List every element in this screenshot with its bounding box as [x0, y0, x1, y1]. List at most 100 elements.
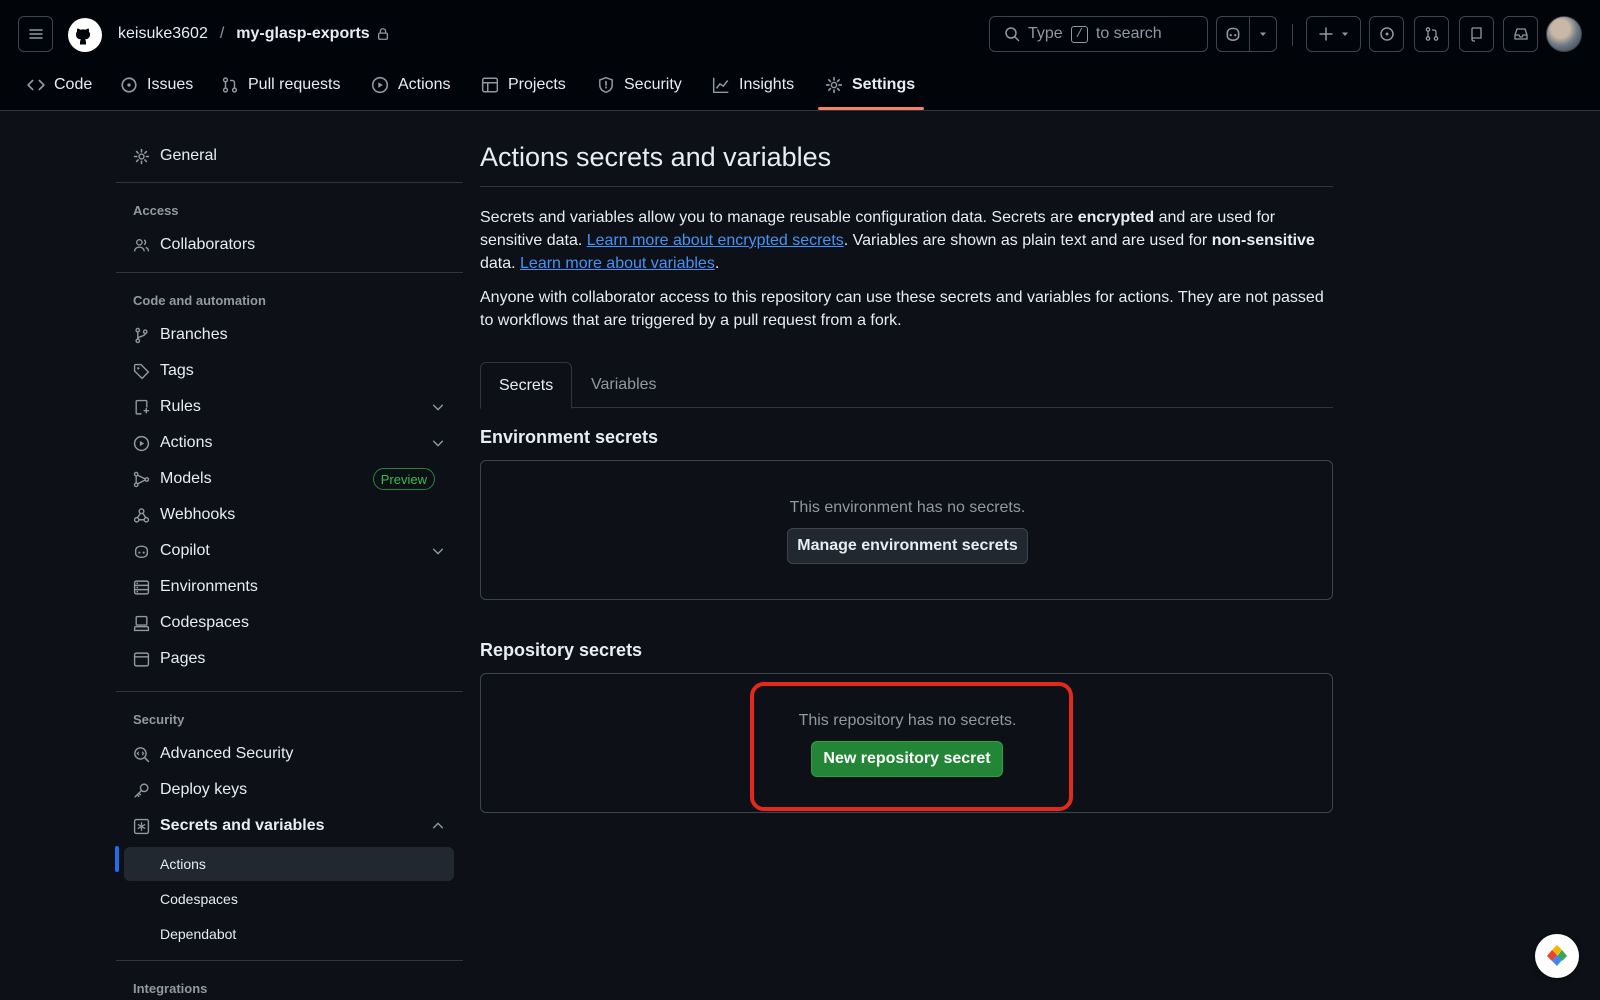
search-suffix: to search [1095, 25, 1162, 42]
sidebar-item-deploy-keys[interactable]: Deploy keys [116, 773, 463, 807]
copilot-dropdown-button[interactable] [1249, 16, 1277, 52]
sidebar-item-general[interactable]: General [116, 139, 463, 173]
chevron-down-icon [432, 404, 444, 411]
models-icon [133, 471, 150, 487]
tab-label: Secrets [499, 376, 554, 394]
play-icon [371, 76, 389, 94]
sidebar-subitem-dependabot[interactable]: Dependabot [124, 917, 454, 951]
hamburger-icon [28, 29, 43, 39]
tab-actions[interactable]: Actions [371, 73, 450, 113]
browser-icon [133, 651, 150, 667]
sidebar-item-label: Collaborators [160, 236, 256, 253]
environment-secrets-box: This environment has no secrets. Manage … [480, 460, 1333, 600]
triangle-down-icon [1341, 32, 1348, 36]
manage-environment-secrets-button[interactable]: Manage environment secrets [787, 528, 1028, 564]
triangle-down-icon [1260, 32, 1266, 36]
floating-extension-button[interactable] [1535, 934, 1579, 978]
search-input[interactable]: Type / to search [989, 16, 1208, 52]
environment-secrets-heading: Environment secrets [480, 427, 659, 447]
intro-text: . [714, 255, 720, 272]
breadcrumb: keisuke3602 / my-glasp-exports [118, 25, 390, 43]
sidebar-item-pages[interactable]: Pages [116, 642, 463, 676]
owner-link[interactable]: keisuke3602 [118, 25, 208, 43]
tab-code[interactable]: Code [27, 73, 92, 113]
sidebar-heading-code-automation: Code and automation [133, 293, 266, 308]
sidebar-item-webhooks[interactable]: Webhooks [116, 498, 463, 532]
inbox-button[interactable] [1503, 16, 1538, 52]
sidebar-item-rules[interactable]: Rules [116, 390, 463, 424]
pull-request-icon [222, 77, 238, 93]
sidebar-subitem-actions[interactable]: Actions [124, 847, 454, 881]
sidebar-item-secrets-and-variables[interactable]: Secrets and variables [116, 809, 463, 843]
sidebar-subitem-codespaces[interactable]: Codespaces [124, 882, 454, 916]
sidebar-item-label: Rules [160, 398, 201, 415]
intro-bold: non-sensitive [1211, 232, 1315, 249]
tab-label: Pull requests [248, 76, 341, 93]
branch-icon [135, 327, 148, 343]
sidebar-item-label: Models [160, 470, 212, 487]
variables-link[interactable]: Learn more about variables [520, 255, 715, 272]
play-icon [133, 435, 150, 451]
repo-link[interactable]: my-glasp-exports [236, 25, 369, 43]
tab-secrets[interactable]: Secrets [480, 362, 573, 409]
tab-label: Settings [852, 76, 916, 93]
page-title: Actions secrets and variables [480, 142, 832, 172]
encrypted-secrets-link[interactable]: Learn more about encrypted secrets [587, 232, 844, 249]
copilot-button[interactable] [1216, 16, 1250, 52]
people-icon [133, 238, 150, 251]
sidebar-item-label: Advanced Security [160, 745, 294, 762]
sidebar-divider [116, 960, 463, 961]
create-new-button[interactable] [1306, 16, 1361, 52]
tab-pull-requests[interactable]: Pull requests [221, 73, 341, 113]
secrets-variables-tabs: Secrets Variables [480, 362, 1333, 409]
tab-issues[interactable]: Issues [120, 73, 193, 113]
sidebar-divider [116, 272, 463, 273]
code-icon [27, 79, 45, 91]
codescan-icon [134, 746, 150, 762]
sidebar-item-actions[interactable]: Actions [116, 426, 463, 460]
tab-security[interactable]: Security [597, 73, 682, 113]
active-tab-indicator [818, 107, 924, 110]
user-avatar[interactable] [1546, 16, 1582, 52]
preview-badge: Preview [372, 468, 435, 490]
sidebar-subitem-label: Actions [160, 856, 206, 872]
sidebar-item-copilot[interactable]: Copilot [116, 534, 463, 568]
webhook-icon [133, 507, 150, 523]
graph-icon [712, 77, 729, 94]
sidebar-item-label: Secrets and variables [160, 817, 325, 834]
intro-bold: encrypted [1077, 209, 1155, 226]
tab-projects[interactable]: Projects [481, 73, 566, 113]
shield-icon [599, 76, 613, 94]
sidebar-item-collaborators[interactable]: Collaborators [116, 228, 463, 262]
tab-variables[interactable]: Variables [573, 362, 675, 408]
intro-text: data. [480, 255, 521, 272]
sidebar-item-tags[interactable]: Tags [116, 354, 463, 388]
sidebar-item-label: Copilot [160, 542, 210, 559]
menu-button[interactable] [18, 16, 53, 52]
sidebar-item-advanced-security[interactable]: Advanced Security [116, 737, 463, 771]
sidebar-item-models[interactable]: Models Preview [116, 462, 463, 496]
server-icon [133, 579, 150, 595]
sidebar-item-branches[interactable]: Branches [116, 318, 463, 352]
lock-icon [377, 28, 388, 40]
tab-label: Variables [591, 376, 657, 393]
tab-label: Security [624, 76, 682, 93]
repository-secrets-heading: Repository secrets [480, 640, 643, 660]
intro-text: . Variables are shown as plain text and … [843, 232, 1212, 249]
asterisk-box-icon [133, 818, 150, 834]
sidebar-divider [116, 182, 463, 183]
github-mark-icon [76, 28, 90, 45]
issues-button[interactable] [1369, 16, 1404, 52]
gear-icon [133, 148, 150, 164]
empty-state-text: This environment has no secrets. [789, 499, 1026, 516]
tab-insights[interactable]: Insights [712, 73, 794, 113]
inbox-icon [1513, 28, 1528, 40]
sidebar-item-codespaces[interactable]: Codespaces [116, 606, 463, 640]
github-logo[interactable] [68, 18, 102, 52]
sidebar-item-environments[interactable]: Environments [116, 570, 463, 604]
table-icon [481, 77, 499, 93]
intro-paragraph: Secrets and variables allow you to manag… [480, 206, 1333, 275]
search-shortcut-key: / [1070, 25, 1088, 43]
pull-requests-button[interactable] [1414, 16, 1449, 52]
repositories-button[interactable] [1459, 16, 1494, 52]
